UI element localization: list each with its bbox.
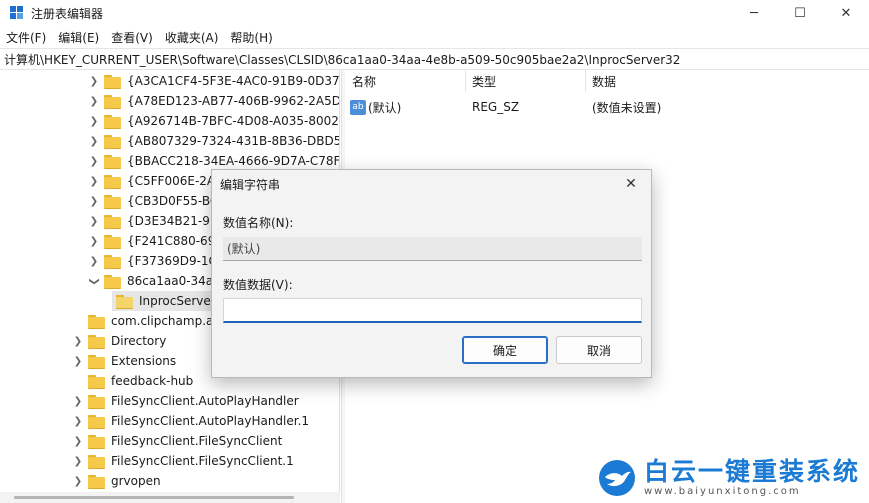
- folder-icon: [104, 94, 122, 109]
- folder-icon: [88, 434, 106, 449]
- chevron-right-icon[interactable]: ❯: [72, 336, 84, 347]
- dialog-close-icon[interactable]: ✕: [619, 173, 643, 195]
- tree-item[interactable]: ❯ {F241C880-698: [88, 231, 223, 251]
- tree-item[interactable]: ❯ {A3CA1CF4-5F3E-4AC0-91B9-0D37: [88, 71, 339, 91]
- watermark-text: 白云一键重装系统 www.baiyunxitong.com: [644, 456, 861, 498]
- window-controls: ─ ☐ ✕: [731, 0, 869, 26]
- chevron-right-icon[interactable]: ❯: [88, 256, 100, 267]
- chevron-right-icon[interactable]: ❯: [88, 116, 100, 127]
- column-header-type[interactable]: 类型: [466, 70, 586, 92]
- menu-file[interactable]: 文件(F): [6, 29, 54, 46]
- folder-icon: [88, 314, 106, 329]
- folder-icon: [104, 254, 122, 269]
- menu-view[interactable]: 查看(V): [111, 29, 161, 46]
- chevron-right-icon[interactable]: ❯: [88, 176, 100, 187]
- menu-favorites[interactable]: 收藏夹(A): [165, 29, 227, 46]
- tree-horizontal-scrollbar[interactable]: [0, 492, 340, 503]
- chevron-right-icon[interactable]: ❯: [88, 216, 100, 227]
- value-name-label: 数值名称(N):: [223, 216, 294, 230]
- chevron-right-icon[interactable]: ❯: [88, 136, 100, 147]
- tree-item[interactable]: ❯ {F37369D9-1C2: [88, 251, 225, 271]
- chevron-right-icon[interactable]: ❯: [72, 416, 84, 427]
- address-bar[interactable]: 计算机\HKEY_CURRENT_USER\Software\Classes\C…: [0, 48, 869, 70]
- folder-icon: [104, 174, 122, 189]
- tree-item[interactable]: ❯ {C5FF006E-2AE: [88, 171, 223, 191]
- watermark-main: 白云一键重装系统: [644, 456, 861, 486]
- close-button[interactable]: ✕: [823, 0, 869, 26]
- tree-item[interactable]: ❯ FileSyncClient.FileSyncClient.1: [72, 451, 294, 471]
- chevron-right-icon[interactable]: ❯: [88, 76, 100, 87]
- tree-item[interactable]: ❯ {D3E34B21-9D7: [88, 211, 227, 231]
- chevron-right-icon[interactable]: ❯: [88, 96, 100, 107]
- folder-icon: [104, 114, 122, 129]
- bird-logo-icon: [596, 458, 638, 498]
- list-header: 名称 类型 数据: [346, 70, 869, 92]
- value-data-input[interactable]: [223, 298, 642, 323]
- watermark-logo: 白云一键重装系统 www.baiyunxitong.com: [596, 455, 866, 500]
- tree-item[interactable]: ❯com.clipchamp.ap: [72, 311, 221, 331]
- maximize-button[interactable]: ☐: [777, 0, 823, 26]
- folder-icon: [88, 394, 106, 409]
- folder-icon: [104, 134, 122, 149]
- title-bar: 注册表编辑器 ─ ☐ ✕: [0, 0, 869, 26]
- folder-icon: [88, 354, 106, 369]
- menu-edit[interactable]: 编辑(E): [58, 29, 107, 46]
- folder-open-icon: [104, 274, 122, 289]
- tree-item[interactable]: ❯ {BBACC218-34EA-4666-9D7A-C78F: [88, 151, 339, 171]
- folder-icon: [104, 214, 122, 229]
- value-name: (默认): [368, 100, 402, 115]
- tree-item[interactable]: ❯ {A926714B-7BFC-4D08-A035-80021: [88, 111, 339, 131]
- folder-icon: [88, 334, 106, 349]
- chevron-right-icon[interactable]: ❯: [88, 236, 100, 247]
- chevron-right-icon[interactable]: ❯: [88, 156, 100, 167]
- menu-help[interactable]: 帮助(H): [230, 29, 280, 46]
- folder-icon: [88, 374, 106, 389]
- folder-icon: [88, 474, 106, 489]
- tree-item[interactable]: ❯ FileSyncClient.AutoPlayHandler.1: [72, 411, 309, 431]
- folder-icon: [88, 454, 106, 469]
- window-title: 注册表编辑器: [31, 6, 104, 21]
- value-data: (数值未设置): [592, 100, 662, 115]
- folder-icon: [104, 74, 122, 89]
- menu-bar: 文件(F) 编辑(E) 查看(V) 收藏夹(A) 帮助(H): [0, 26, 869, 48]
- folder-icon: [104, 234, 122, 249]
- value-name-field: (默认): [223, 237, 642, 261]
- regedit-icon: [10, 6, 24, 20]
- string-value-icon: ab: [350, 99, 366, 115]
- tree-item[interactable]: ❯ Extensions: [72, 351, 176, 371]
- chevron-right-icon[interactable]: ❯: [72, 436, 84, 447]
- tree-item[interactable]: ❯ FileSyncClient.FileSyncClient: [72, 431, 282, 451]
- tree-item[interactable]: ❯ grvopen: [72, 471, 161, 491]
- chevron-right-icon[interactable]: ❯: [88, 196, 100, 207]
- minimize-button[interactable]: ─: [731, 0, 777, 26]
- tree-item[interactable]: ❯ {A78ED123-AB77-406B-9962-2A5D: [88, 91, 339, 111]
- folder-icon: [116, 294, 134, 309]
- tree-item[interactable]: ❯ {AB807329-7324-431B-8B36-DBD5: [88, 131, 339, 151]
- tree-item[interactable]: ❯ {CB3D0F55-BC2: [88, 191, 226, 211]
- column-header-data[interactable]: 数据: [586, 70, 869, 92]
- tree-item[interactable]: ❯ FileSyncClient.AutoPlayHandler: [72, 391, 299, 411]
- edit-string-dialog: 编辑字符串 ✕ 数值名称(N): (默认) 数值数据(V): 确定 取消: [211, 169, 652, 378]
- list-item[interactable]: ab (默认) REG_SZ (数值未设置): [346, 97, 661, 117]
- tree-item-expanded[interactable]: ❯ 86ca1aa0-34aa: [88, 271, 221, 291]
- chevron-right-icon[interactable]: ❯: [72, 476, 84, 487]
- scrollbar-thumb[interactable]: [14, 496, 294, 499]
- dialog-title: 编辑字符串: [220, 178, 281, 192]
- tree-item[interactable]: ❯ Directory: [72, 331, 166, 351]
- chevron-right-icon[interactable]: ❯: [72, 356, 84, 367]
- value-data-label: 数值数据(V):: [223, 278, 293, 292]
- chevron-right-icon[interactable]: ❯: [72, 396, 84, 407]
- value-type: REG_SZ: [472, 100, 520, 114]
- ok-button[interactable]: 确定: [462, 336, 548, 364]
- chevron-right-icon[interactable]: ❯: [72, 456, 84, 467]
- folder-icon: [104, 154, 122, 169]
- column-header-name[interactable]: 名称: [346, 70, 466, 92]
- folder-icon: [88, 414, 106, 429]
- folder-icon: [104, 194, 122, 209]
- watermark-url: www.baiyunxitong.com: [644, 485, 801, 497]
- tree-item[interactable]: ❯feedback-hub: [72, 371, 193, 391]
- cancel-button[interactable]: 取消: [556, 336, 642, 364]
- chevron-down-icon[interactable]: ❯: [89, 275, 100, 287]
